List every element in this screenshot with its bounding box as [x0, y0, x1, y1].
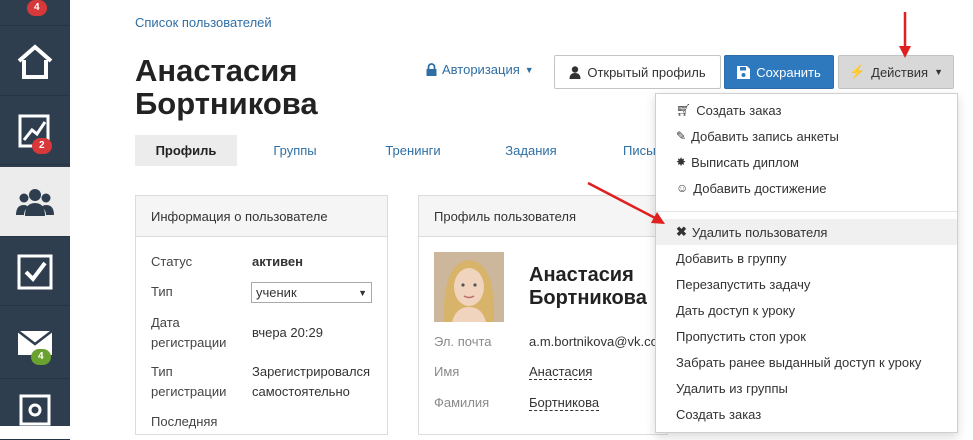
menu-item-restart-task[interactable]: Перезапустить задачу [656, 271, 957, 297]
surname-field[interactable]: Бортникова [529, 395, 600, 411]
home-icon [17, 43, 53, 79]
users-icon [16, 188, 54, 216]
sidebar-item-tasks[interactable] [0, 238, 70, 306]
sidebar-item-reports[interactable]: 2 [0, 97, 70, 165]
sidebar-item-users[interactable] [0, 167, 70, 237]
profile-tabs: Профиль Группы Тренинги Задания Письма [135, 135, 703, 166]
menu-item-label: Создать заказ [696, 102, 782, 118]
last-activity-label: Последняя [151, 414, 218, 429]
annotation-arrow-down [899, 12, 911, 58]
email-label: Эл. почта [434, 334, 492, 349]
user-icon [569, 65, 581, 79]
sidebar-item-settings[interactable] [0, 380, 70, 440]
avatar [434, 252, 504, 322]
reg-type-label-2: регистрации [151, 384, 227, 399]
times-icon: ✖ [676, 224, 687, 239]
panel-title: Информация о пользователе [136, 196, 387, 237]
profile-first-name: Анастасия [529, 264, 634, 286]
checkbox-icon [17, 254, 53, 289]
menu-item-add-to-group[interactable]: Добавить в группу [656, 245, 957, 271]
email-value: a.m.bortnikova@vk.com [529, 334, 669, 349]
actions-label: Действия [871, 64, 929, 80]
notification-badge: 4 [27, 0, 47, 16]
profile-last-name: Бортникова [529, 287, 647, 309]
status-value: активен [252, 254, 303, 269]
open-profile-label: Открытый профиль [587, 64, 706, 80]
menu-item-delete-user[interactable]: ✖ Удалить пользователя [656, 219, 957, 245]
save-label: Сохранить [756, 64, 821, 80]
smile-icon: ☺ [676, 181, 689, 195]
bolt-icon: ⚡ [848, 64, 866, 79]
tab-profile[interactable]: Профиль [135, 135, 237, 166]
menu-divider [656, 211, 957, 212]
open-profile-button[interactable]: Открытый профиль [554, 55, 721, 89]
surname-label: Фамилия [434, 395, 490, 410]
breadcrumb[interactable]: Список пользователей [135, 15, 272, 30]
menu-item-grant-lesson-access[interactable]: Дать доступ к уроку [656, 297, 957, 323]
profile-name: Анастасия Бортникова [529, 264, 647, 310]
reports-badge: 2 [32, 138, 52, 154]
menu-item-create-order-2[interactable]: Создать заказ [656, 401, 957, 427]
caret-down-icon: ▼ [934, 67, 944, 77]
reg-type-value-2: самостоятельно [252, 384, 350, 399]
auth-dropdown[interactable]: Авторизация ▼ [426, 62, 534, 77]
select-arrow-icon: ▼ [358, 287, 367, 298]
sidebar-item-top[interactable]: 4 [0, 0, 70, 26]
caret-down-icon: ▼ [524, 64, 534, 75]
menu-item-remove-from-group[interactable]: Удалить из группы [656, 375, 957, 401]
user-info-panel: Информация о пользователе Статус активен… [135, 195, 388, 435]
certificate-icon: ✸ [676, 155, 687, 169]
menu-item-issue-diploma[interactable]: ✸ Выписать диплом [656, 149, 957, 175]
tab-tasks[interactable]: Задания [473, 135, 589, 166]
reg-date-value: вчера 20:29 [252, 325, 323, 340]
sidebar: 4 2 4 [0, 0, 70, 440]
user-type-value: ученик [256, 285, 297, 300]
reg-type-value: Зарегистрировался [252, 364, 371, 379]
pencil-icon: ✎ [676, 129, 687, 143]
user-type-select[interactable]: ученик ▼ [251, 282, 372, 303]
auth-label: Авторизация [442, 62, 520, 77]
menu-item-skip-stop-lesson[interactable]: Пропустить стоп урок [656, 323, 957, 349]
lock-icon [426, 63, 437, 76]
cart-icon: 🛒︎ [676, 103, 692, 117]
reg-type-label: Тип [151, 364, 173, 379]
menu-item-label: Добавить достижение [693, 180, 827, 196]
menu-item-create-order[interactable]: 🛒︎ Создать заказ [656, 97, 957, 123]
mail-badge: 4 [31, 349, 51, 365]
menu-item-label: Удалить пользователя [691, 224, 828, 240]
type-label: Тип [151, 284, 173, 299]
reg-date-label-2: регистрации [151, 335, 227, 350]
actions-dropdown-menu: 🛒︎ Создать заказ ✎ Добавить запись анкет… [655, 93, 958, 433]
page-title: Анастасия Бортникова [135, 53, 318, 121]
menu-item-add-achievement[interactable]: ☺ Добавить достижение [656, 175, 957, 201]
save-button[interactable]: Сохранить [724, 55, 834, 89]
actions-button[interactable]: ⚡ Действия ▼ [838, 55, 954, 89]
menu-item-revoke-lesson-access[interactable]: Забрать ранее выданный доступ к уроку [656, 349, 957, 375]
settings-icon [19, 394, 51, 425]
tab-trainings[interactable]: Тренинги [353, 135, 473, 166]
reg-date-label: Дата [151, 315, 180, 330]
menu-item-add-form-entry[interactable]: ✎ Добавить запись анкеты [656, 123, 957, 149]
sidebar-item-home[interactable] [0, 28, 70, 96]
name-field[interactable]: Анастасия [529, 364, 593, 380]
panel-title: Профиль пользователя [419, 196, 667, 237]
tab-groups[interactable]: Группы [237, 135, 353, 166]
status-label: Статус [151, 254, 193, 269]
menu-item-label: Добавить запись анкеты [691, 128, 839, 144]
sidebar-item-mail[interactable]: 4 [0, 307, 70, 379]
floppy-disk-icon [737, 65, 751, 79]
user-profile-panel: Профиль пользователя Анастасия Бортников… [418, 195, 669, 435]
menu-item-label: Выписать диплом [691, 154, 799, 170]
name-label: Имя [434, 364, 460, 379]
